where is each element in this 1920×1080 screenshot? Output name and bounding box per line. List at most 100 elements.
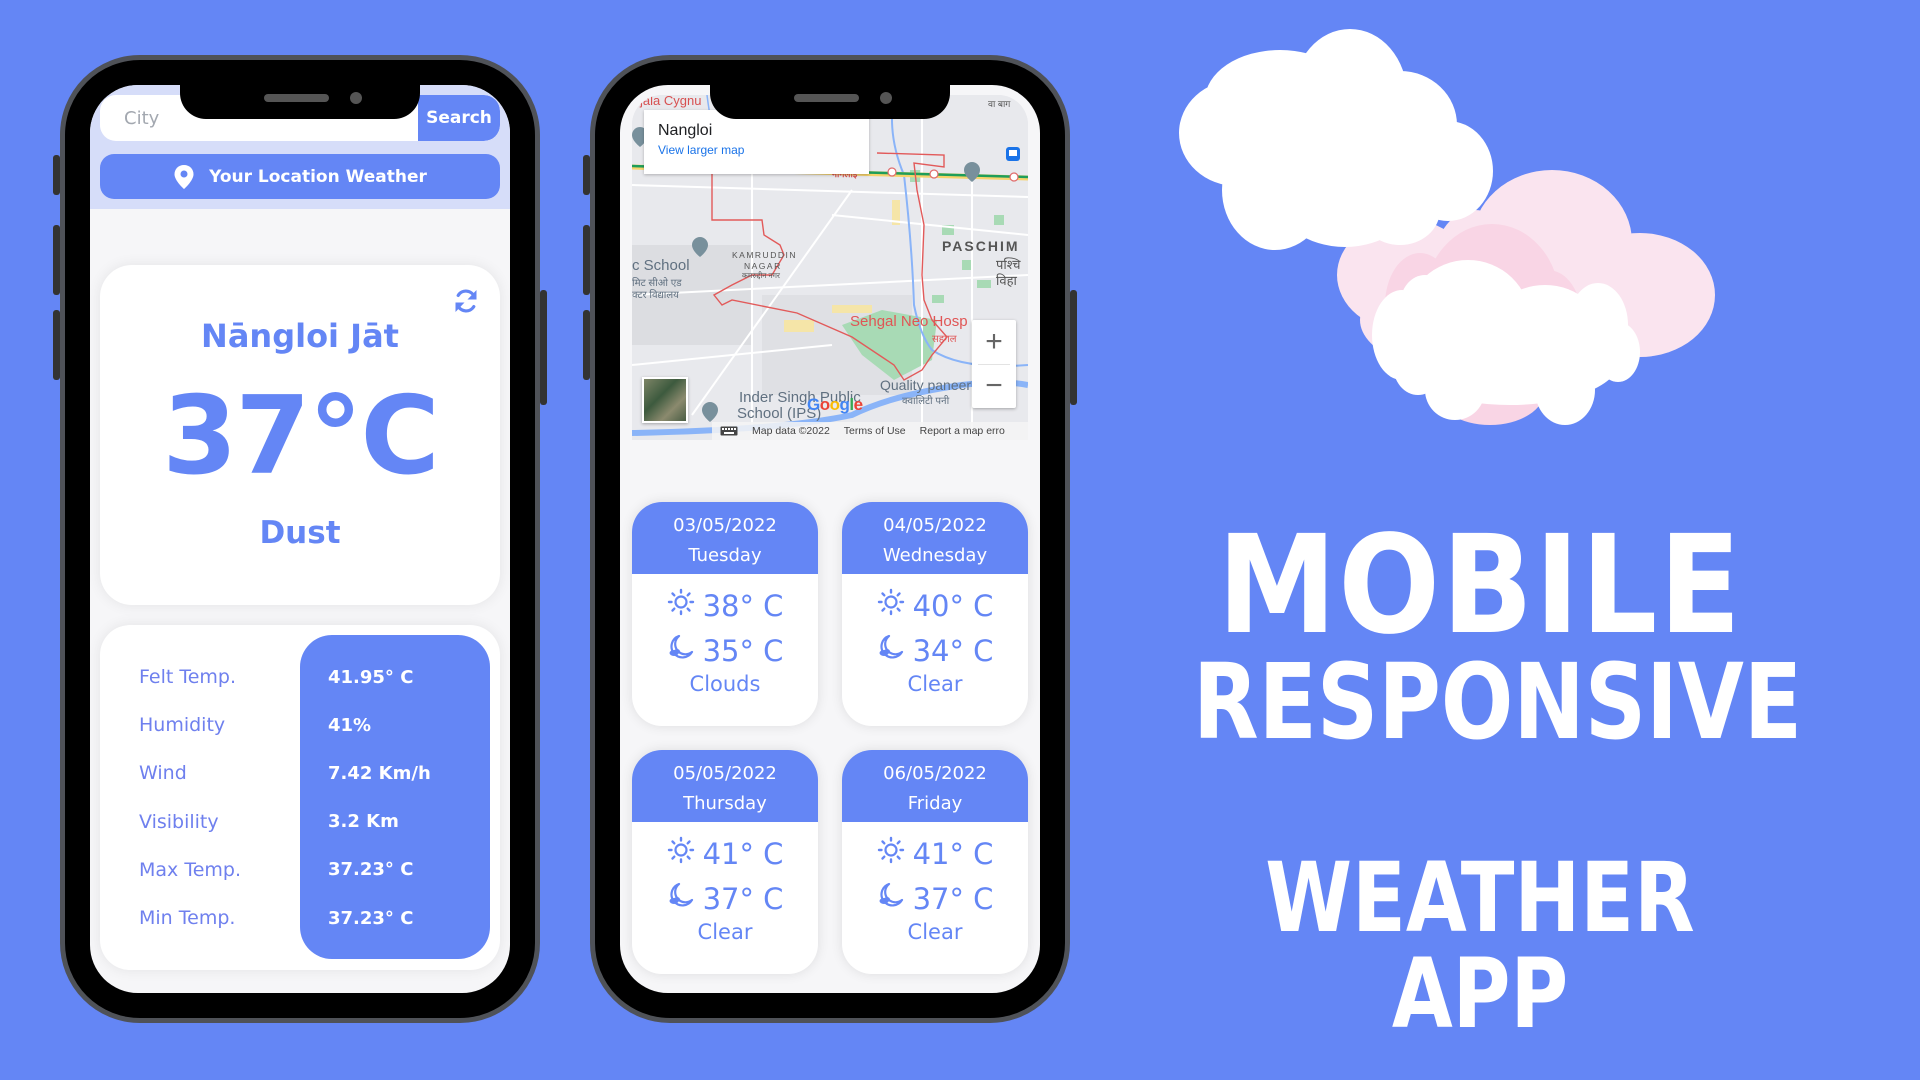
zoom-out-button[interactable]: − (972, 364, 1016, 408)
map-label-hospital-hi: सहगल (932, 334, 957, 345)
satellite-view-toggle[interactable] (642, 377, 688, 423)
phone-mockup-forecast: jala Cygnu वा बाग नांगलोई KAMRUDDIN NAGA… (583, 55, 1077, 1023)
forecast-condition: Clear (697, 920, 753, 944)
forecast-date: 05/05/2022 (673, 763, 777, 784)
zoom-divider (978, 364, 1010, 365)
refresh-icon[interactable] (452, 287, 480, 315)
headline-line-1: MOBILE (1217, 507, 1743, 665)
phone-mockup-current-weather: Search Your Location Weather Nāngloi Jāt… (53, 55, 547, 1023)
forecast-card: 03/05/2022 Tuesday 38° C 35° C Clouds (632, 502, 818, 726)
map-place-card: Nangloi View larger map (644, 110, 869, 174)
forecast-card-header: 03/05/2022 Tuesday (632, 502, 818, 574)
speaker-grille (264, 94, 329, 102)
location-pin-icon (174, 164, 194, 189)
forecast-date: 06/05/2022 (883, 763, 987, 784)
day-temp-row: 41° C (842, 831, 1028, 876)
forecast-card-body: 41° C 37° C Clear (632, 822, 818, 944)
map-label-hospital: Sehgal Neo Hosp (850, 313, 968, 330)
map-attribution-bar: Map data ©2022 Terms of Use Report a map… (712, 422, 1028, 440)
day-temp-row: 41° C (632, 831, 818, 876)
map-label-paschim-hi2: विहा (996, 273, 1017, 288)
front-camera (880, 92, 892, 104)
forecast-day: Friday (907, 793, 963, 814)
terms-of-use-link[interactable]: Terms of Use (844, 425, 906, 437)
moon-cloud-icon (667, 633, 695, 668)
phone-notch (710, 85, 950, 119)
map-label-paschim: PASCHIM (942, 238, 1020, 254)
forecast-condition: Clear (907, 920, 963, 944)
day-temp: 41° C (912, 836, 994, 871)
night-temp: 37° C (912, 881, 994, 916)
sun-icon (667, 588, 695, 623)
headline-line-2: RESPONSIVE (1193, 641, 1803, 763)
moon-cloud-icon (877, 881, 905, 916)
forecast-date: 03/05/2022 (673, 515, 777, 536)
front-camera (350, 92, 362, 104)
map-label-school: c School (632, 257, 690, 274)
map-label-nagar: NAGAR (744, 261, 782, 271)
detail-value-min-temp: 37.23° C (328, 907, 414, 929)
forecast-day: Tuesday (688, 545, 762, 566)
sun-icon (667, 836, 695, 871)
report-map-error-link[interactable]: Report a map erro (920, 425, 1005, 437)
forecast-condition: Clouds (689, 672, 761, 696)
forecast-card-header: 04/05/2022 Wednesday (842, 502, 1028, 574)
details-labels-column: Felt Temp. Humidity Wind Visibility Max … (139, 653, 241, 942)
search-button[interactable]: Search (418, 95, 500, 141)
location-button-label: Your Location Weather (209, 166, 427, 187)
day-temp: 38° C (702, 588, 784, 623)
sun-icon (877, 588, 905, 623)
white-cloud-small (1372, 260, 1640, 425)
forecast-day: Wednesday (882, 545, 988, 566)
forecast-card-body: 38° C 35° C Clouds (632, 574, 818, 696)
detail-value-humidity: 41% (328, 714, 372, 736)
day-temp: 41° C (702, 836, 784, 871)
your-location-weather-button[interactable]: Your Location Weather (100, 154, 500, 199)
phone-power-button (1070, 290, 1077, 405)
map-label-quality: Quality paneer (880, 377, 972, 393)
detail-value-wind: 7.42 Km/h (328, 762, 431, 784)
phone-volume-up-button (53, 225, 60, 295)
forecast-card-body: 41° C 37° C Clear (842, 822, 1028, 944)
detail-label-visibility: Visibility (139, 810, 219, 833)
city-name: Nāngloi Jāt (201, 317, 399, 355)
map-label: वा बाग (988, 99, 1011, 109)
embedded-map[interactable]: jala Cygnu वा बाग नांगलोई KAMRUDDIN NAGA… (632, 95, 1028, 440)
forecast-date: 04/05/2022 (883, 515, 987, 536)
phone-volume-down-button (583, 310, 590, 380)
night-temp: 34° C (912, 633, 994, 668)
forecast-card-header: 05/05/2022 Thursday (632, 750, 818, 822)
current-temperature: 37°C (162, 374, 440, 499)
night-temp: 37° C (702, 881, 784, 916)
map-label-quality-hi: क्वालिटी पनी (902, 396, 950, 407)
map-data-label: Map data ©2022 (752, 425, 830, 437)
sun-icon (877, 836, 905, 871)
moon-cloud-icon (667, 881, 695, 916)
detail-value-max-temp: 37.23° C (328, 859, 414, 881)
phone-screen: jala Cygnu वा बाग नांगलोई KAMRUDDIN NAGA… (620, 85, 1040, 993)
detail-label-felt-temp: Felt Temp. (139, 666, 237, 689)
forecast-card-body: 40° C 34° C Clear (842, 574, 1028, 696)
phone-volume-up-button (583, 225, 590, 295)
map-label-kamruddin: KAMRUDDIN (732, 250, 797, 260)
day-temp: 40° C (912, 588, 994, 623)
phone-power-button (540, 290, 547, 405)
map-place-name: Nangloi (658, 122, 713, 139)
view-larger-map-link[interactable]: View larger map (658, 143, 855, 157)
forecast-condition: Clear (907, 672, 963, 696)
detail-label-min-temp: Min Temp. (139, 907, 236, 930)
detail-value-felt-temp: 41.95° C (328, 666, 414, 688)
speaker-grille (794, 94, 859, 102)
current-weather-card: Nāngloi Jāt 37°C Dust (100, 265, 500, 605)
forecast-card: 06/05/2022 Friday 41° C 37° C Clear (842, 750, 1028, 974)
night-temp-row: 37° C (842, 876, 1028, 921)
headline-line-3: WEATHER APP (1265, 842, 1695, 1050)
phone-screen: Search Your Location Weather Nāngloi Jāt… (90, 85, 510, 993)
weather-condition: Dust (259, 515, 341, 551)
detail-label-max-temp: Max Temp. (139, 858, 241, 881)
keyboard-icon[interactable] (720, 426, 738, 436)
day-temp-row: 38° C (632, 583, 818, 628)
map-label: jala Cygnu (640, 95, 702, 108)
zoom-in-button[interactable]: + (972, 320, 1016, 364)
detail-value-visibility: 3.2 Km (328, 811, 399, 833)
